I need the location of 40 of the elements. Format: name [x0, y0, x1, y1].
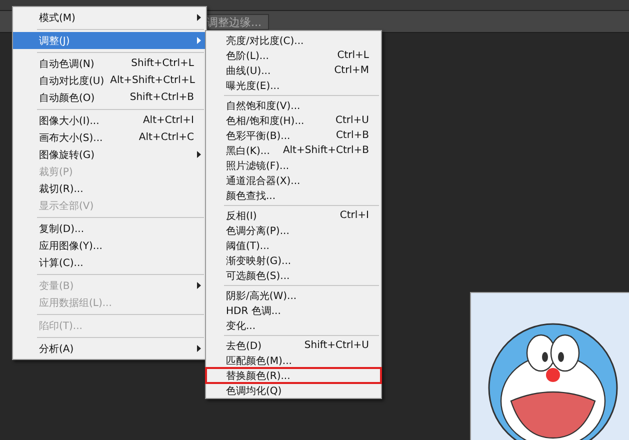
- menu-item[interactable]: 阈值(T)...: [206, 238, 381, 253]
- menu-item[interactable]: 去色(D) Shift+Ctrl+U: [206, 338, 381, 353]
- menu-item[interactable]: 匹配颜色(M)...: [206, 353, 381, 368]
- menu-item[interactable]: 曝光度(E)...: [206, 78, 381, 93]
- menu-item[interactable]: 曲线(U)... Ctrl+M: [206, 63, 381, 78]
- menu-item[interactable]: 图像大小(I)... Alt+Ctrl+I: [13, 112, 206, 129]
- menu-item[interactable]: 自然饱和度(V)...: [206, 98, 381, 113]
- menu-item[interactable]: 色相/饱和度(H)... Ctrl+U: [206, 113, 381, 128]
- menu-item[interactable]: 自动颜色(O) Shift+Ctrl+B: [13, 89, 206, 106]
- menu-item[interactable]: 照片滤镜(F)...: [206, 158, 381, 173]
- menu-item[interactable]: 自动色调(N) Shift+Ctrl+L: [13, 55, 206, 72]
- menu-item[interactable]: HDR 色调...: [206, 303, 381, 318]
- menu-item[interactable]: 色调分离(P)...: [206, 223, 381, 238]
- menu-item[interactable]: 计算(C)...: [13, 254, 206, 271]
- menu-item[interactable]: 可选颜色(S)...: [206, 268, 381, 283]
- menu-item[interactable]: 分析(A): [13, 340, 206, 357]
- menu-item[interactable]: 复制(D)...: [13, 220, 206, 237]
- menu-item[interactable]: 替换颜色(R)...: [206, 368, 381, 383]
- menu-item[interactable]: 色彩平衡(B)... Ctrl+B: [206, 128, 381, 143]
- menu-item[interactable]: 变化...: [206, 318, 381, 333]
- menu-item[interactable]: 黑白(K)... Alt+Shift+Ctrl+B: [206, 143, 381, 158]
- menu-item[interactable]: 亮度/对比度(C)...: [206, 33, 381, 48]
- submenu-arrow-icon: [197, 282, 201, 289]
- menu-item[interactable]: 渐变映射(G)...: [206, 253, 381, 268]
- menu-item[interactable]: 应用图像(Y)...: [13, 237, 206, 254]
- menu-item[interactable]: 色调均化(Q): [206, 383, 381, 398]
- submenu-arrow-icon: [197, 37, 201, 44]
- menu-item[interactable]: 色阶(L)... Ctrl+L: [206, 48, 381, 63]
- submenu-arrow-icon: [197, 345, 201, 352]
- menu-item[interactable]: 裁切(R)...: [13, 180, 206, 197]
- menu-item[interactable]: 自动对比度(U) Alt+Shift+Ctrl+L: [13, 72, 206, 89]
- menu-item[interactable]: 画布大小(S)... Alt+Ctrl+C: [13, 129, 206, 146]
- menu-item[interactable]: 调整(J): [13, 32, 206, 49]
- menu-item[interactable]: 颜色查找...: [206, 188, 381, 203]
- submenu-arrow-icon: [197, 151, 201, 158]
- submenu-arrow-icon: [197, 14, 201, 21]
- menu-item[interactable]: 图像旋转(G): [13, 146, 206, 163]
- menu-item[interactable]: 反相(I) Ctrl+I: [206, 208, 381, 223]
- menu-item[interactable]: 通道混合器(X)...: [206, 173, 381, 188]
- menu-item[interactable]: 阴影/高光(W)...: [206, 288, 381, 303]
